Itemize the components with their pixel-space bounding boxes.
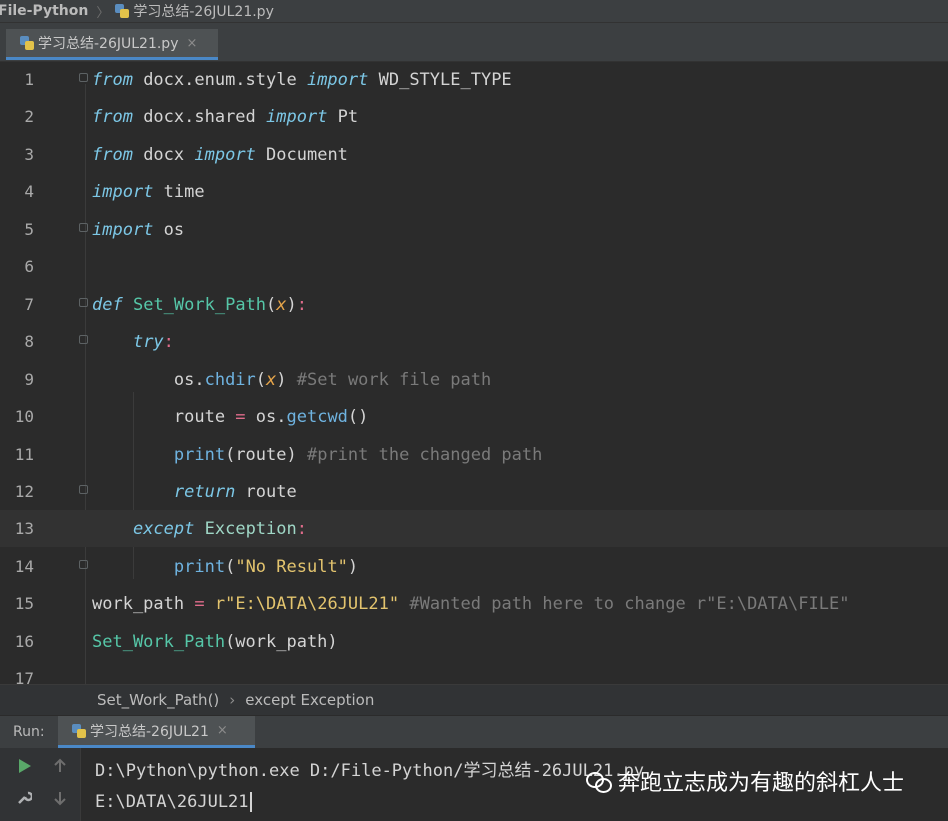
- code-text: os.chdir(x) #Set work file path: [92, 369, 492, 390]
- editor-tab-label: 学习总结-26JUL21.py: [38, 36, 179, 52]
- arrow-up-icon[interactable]: [50, 756, 70, 776]
- fold-icon[interactable]: [79, 560, 88, 569]
- line-number: 5: [24, 220, 34, 239]
- code-line[interactable]: 4 import time: [0, 173, 948, 210]
- python-file-icon: [20, 36, 34, 50]
- code-line[interactable]: 17: [0, 660, 948, 684]
- line-number: 13: [14, 519, 34, 538]
- code-line[interactable]: 1 from docx.enum.style import WD_STYLE_T…: [0, 62, 948, 98]
- fold-icon[interactable]: [79, 335, 88, 344]
- structure-breadcrumb: Set_Work_Path() › except Exception: [0, 684, 948, 715]
- console-output-text: E:\DATA\26JUL21: [95, 792, 249, 812]
- code-text: except Exception:: [132, 518, 307, 539]
- code-text: from docx.enum.style import WD_STYLE_TYP…: [92, 69, 512, 90]
- code-line[interactable]: 12 return route: [0, 473, 948, 510]
- code-line[interactable]: 8 try:: [0, 323, 948, 360]
- code-line[interactable]: 15 work_path = r"E:\DATA\26JUL21" #Wante…: [0, 585, 948, 622]
- line-number: 1: [24, 70, 34, 89]
- code-line[interactable]: 9 os.chdir(x) #Set work file path: [0, 361, 948, 398]
- structure-function[interactable]: Set_Work_Path(): [97, 691, 219, 709]
- text-caret: [249, 792, 252, 812]
- console-toolstrip: [0, 748, 81, 821]
- python-file-icon: [72, 723, 86, 738]
- code-editor[interactable]: 1 from docx.enum.style import WD_STYLE_T…: [0, 62, 948, 684]
- chevron-right-icon: ›: [229, 691, 236, 709]
- code-text: from docx import Document: [92, 144, 348, 165]
- code-line[interactable]: 6: [0, 248, 948, 285]
- fold-icon[interactable]: [79, 298, 88, 307]
- watermark: 奔跑立志成为有趣的斜杠人士: [586, 765, 904, 797]
- code-text: from docx.shared import Pt: [92, 106, 359, 127]
- line-number: 14: [14, 557, 34, 576]
- editor-tab[interactable]: 学习总结-26JUL21.py ×: [6, 29, 218, 60]
- code-text: route = os.getcwd(): [92, 406, 369, 427]
- rerun-icon[interactable]: [14, 756, 34, 776]
- code-text: work_path = r"E:\DATA\26JUL21" #Wanted p…: [92, 593, 850, 614]
- run-toolbar: Run: 学习总结-26JUL21 ×: [0, 715, 948, 748]
- line-number: 17: [14, 669, 34, 684]
- code-text: Set_Work_Path(work_path): [92, 631, 338, 652]
- code-text: import time: [92, 181, 205, 202]
- structure-block[interactable]: except Exception: [245, 691, 374, 709]
- line-number: 16: [14, 632, 34, 651]
- line-number: 3: [24, 145, 34, 164]
- line-number: 10: [14, 407, 34, 426]
- line-number: 15: [14, 594, 34, 613]
- console-output-line: D:\Python\python.exe D:/File-Python/学习总结…: [95, 761, 645, 781]
- code-text: try:: [132, 331, 174, 352]
- line-number: 12: [14, 482, 34, 501]
- code-line[interactable]: 2 from docx.shared import Pt: [0, 98, 948, 135]
- close-icon[interactable]: ×: [186, 36, 197, 51]
- watermark-text: 奔跑立志成为有趣的斜杠人士: [618, 771, 905, 796]
- code-line[interactable]: 11 print(route) #print the changed path: [0, 436, 948, 473]
- fold-icon[interactable]: [79, 485, 88, 494]
- code-text: def Set_Work_Path(x):: [92, 294, 308, 315]
- arrow-down-icon[interactable]: [50, 788, 70, 808]
- wrench-icon[interactable]: [14, 788, 34, 808]
- run-tab[interactable]: 学习总结-26JUL21 ×: [58, 716, 255, 748]
- close-icon[interactable]: ×: [217, 723, 228, 738]
- run-label: Run:: [13, 724, 45, 740]
- line-number: 9: [24, 370, 34, 389]
- code-line-current[interactable]: 13 except Exception:: [0, 510, 948, 547]
- line-number: 4: [24, 182, 34, 201]
- code-line[interactable]: 16 Set_Work_Path(work_path): [0, 623, 948, 660]
- breadcrumb-project[interactable]: File-Python: [0, 3, 88, 19]
- line-number: 8: [24, 332, 34, 351]
- code-text: return route: [173, 481, 297, 502]
- python-file-icon: [115, 4, 130, 18]
- line-number: 2: [24, 107, 34, 126]
- console-output-line: E:\DATA\26JUL21: [95, 792, 252, 812]
- line-number: 7: [24, 295, 34, 314]
- breadcrumb-file[interactable]: 学习总结-26JUL21.py: [133, 1, 273, 21]
- code-text: import os: [92, 219, 185, 240]
- line-number: 11: [14, 445, 34, 464]
- code-text: print(route) #print the changed path: [173, 444, 543, 465]
- code-line[interactable]: 14 print("No Result"): [0, 548, 948, 585]
- code-line[interactable]: 7 def Set_Work_Path(x):: [0, 286, 948, 323]
- fold-icon[interactable]: [79, 223, 88, 232]
- code-line[interactable]: 5 import os: [0, 211, 948, 248]
- line-number: 6: [24, 257, 34, 276]
- fold-icon[interactable]: [79, 73, 88, 82]
- editor-tab-bar: 学习总结-26JUL21.py ×: [0, 23, 948, 62]
- code-line[interactable]: 3 from docx import Document: [0, 136, 948, 173]
- run-tab-label: 学习总结-26JUL21: [90, 723, 209, 740]
- wechat-icon: [586, 770, 612, 793]
- code-text: print("No Result"): [173, 556, 359, 577]
- code-line[interactable]: 10 route = os.getcwd(): [0, 398, 948, 435]
- chevron-right-icon: 〉: [96, 5, 110, 21]
- breadcrumb: File-Python 〉 学习总结-26JUL21.py: [0, 0, 948, 23]
